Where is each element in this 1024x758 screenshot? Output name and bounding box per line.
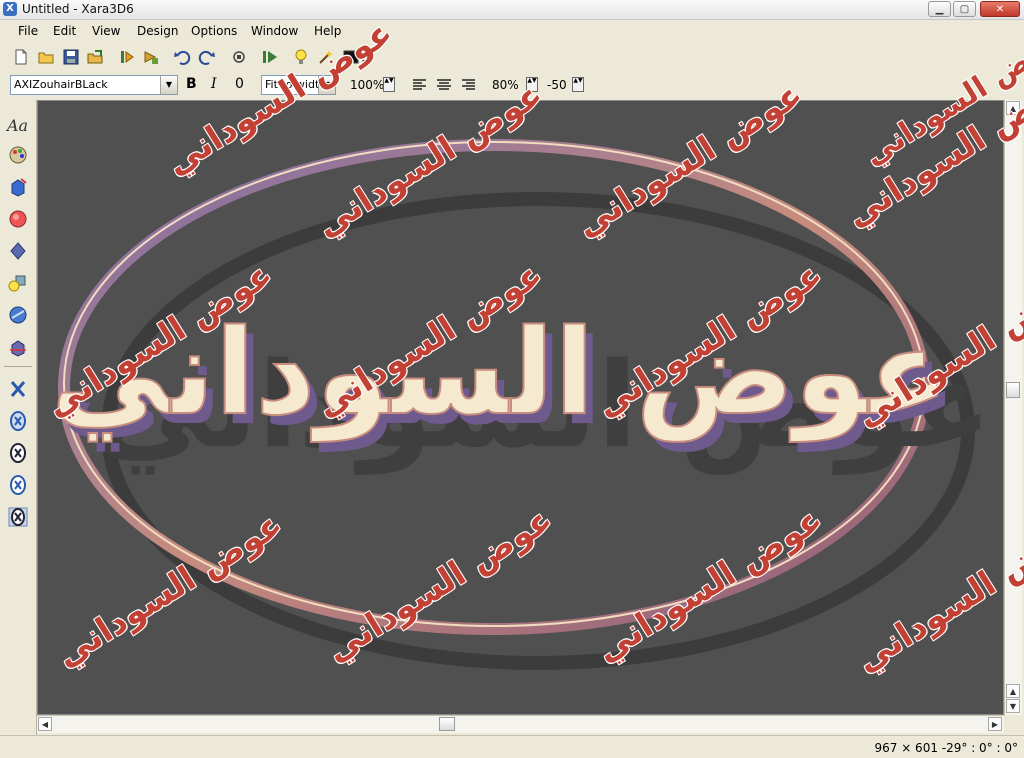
undo-icon[interactable] bbox=[173, 48, 191, 66]
maximize-button[interactable]: ▢ bbox=[953, 1, 976, 17]
title-bar: X Untitled - Xara3D6 ▁ ▢ ✕ bbox=[0, 0, 1024, 20]
xara-app-icon[interactable]: X bbox=[3, 2, 17, 16]
font-select[interactable]: AXIZouhairBLack ▼ bbox=[10, 75, 178, 95]
minimize-icon: ▁ bbox=[935, 4, 944, 15]
fit-mode-select[interactable]: Fit to width ▼ bbox=[261, 75, 336, 95]
play-animation-icon[interactable] bbox=[261, 48, 279, 66]
scroll-down-button[interactable]: ▼ bbox=[1006, 699, 1020, 713]
main-toolbar bbox=[0, 44, 1024, 72]
x-style-2-icon[interactable] bbox=[7, 410, 29, 432]
new-file-icon[interactable] bbox=[12, 48, 30, 66]
align-center-icon[interactable] bbox=[436, 78, 452, 92]
bevel-icon[interactable] bbox=[7, 208, 29, 230]
scroll-right-button[interactable]: ▶ bbox=[988, 717, 1002, 731]
animation-icon[interactable] bbox=[7, 336, 29, 358]
status-bar: 967 × 601 -29° : 0° : 0° bbox=[0, 735, 1024, 758]
menu-view[interactable]: View bbox=[92, 24, 120, 38]
x-style-4-icon[interactable] bbox=[7, 474, 29, 496]
rotate-view-icon[interactable] bbox=[230, 48, 248, 66]
align-right-icon[interactable] bbox=[460, 78, 476, 92]
extrude-icon[interactable] bbox=[7, 176, 29, 198]
vertical-scrollbar[interactable]: ▲ ▲ ▼ bbox=[1004, 100, 1022, 715]
line-spacing-spinner[interactable]: ▲▼ bbox=[526, 77, 538, 92]
outline-button[interactable]: 0 bbox=[235, 76, 244, 92]
lightbulb-icon[interactable] bbox=[292, 48, 310, 66]
status-text: 967 × 601 -29° : 0° : 0° bbox=[874, 741, 1018, 755]
window-title: Untitled - Xara3D6 bbox=[22, 2, 134, 16]
toolbar-divider bbox=[4, 366, 32, 367]
maximize-icon: ▢ bbox=[959, 4, 970, 15]
chevron-down-icon[interactable]: ▼ bbox=[318, 76, 335, 94]
scroll-up-button[interactable]: ▲ bbox=[1006, 101, 1020, 115]
vertical-scroll-thumb[interactable] bbox=[1006, 382, 1020, 398]
color-palette-icon[interactable] bbox=[7, 144, 29, 166]
menu-window[interactable]: Window bbox=[251, 24, 298, 38]
bold-button[interactable]: B bbox=[186, 76, 197, 92]
close-button[interactable]: ✕ bbox=[980, 1, 1020, 17]
export-icon[interactable] bbox=[86, 48, 104, 66]
texture-icon[interactable] bbox=[7, 304, 29, 326]
export-animation-icon[interactable] bbox=[142, 48, 160, 66]
minimize-button[interactable]: ▁ bbox=[928, 1, 951, 17]
line-spacing-value: 80% bbox=[492, 78, 519, 92]
shadow-icon[interactable] bbox=[7, 272, 29, 294]
horizontal-scroll-thumb[interactable] bbox=[439, 717, 455, 731]
chevron-down-icon[interactable]: ▼ bbox=[160, 76, 177, 94]
italic-button[interactable]: I bbox=[211, 76, 217, 92]
menu-help[interactable]: Help bbox=[314, 24, 341, 38]
menu-bar: File Edit View Design Options Window Hel… bbox=[0, 20, 1024, 42]
zoom-spinner[interactable]: ▲▼ bbox=[383, 77, 395, 92]
menu-design[interactable]: Design bbox=[137, 24, 178, 38]
left-toolbar: Aa bbox=[0, 100, 37, 740]
magic-wand-icon[interactable] bbox=[317, 48, 335, 66]
scroll-up-page-button[interactable]: ▲ bbox=[1006, 684, 1020, 698]
x-style-1-icon[interactable] bbox=[7, 378, 29, 400]
scroll-left-button[interactable]: ◀ bbox=[38, 717, 52, 731]
align-left-icon[interactable] bbox=[412, 78, 428, 92]
lighting-icon[interactable] bbox=[7, 240, 29, 262]
redo-icon[interactable] bbox=[198, 48, 216, 66]
zoom-value: 100% bbox=[350, 78, 385, 92]
text-tool-icon[interactable]: Aa bbox=[7, 116, 28, 135]
menu-edit[interactable]: Edit bbox=[53, 24, 76, 38]
design-canvas[interactable]: عوض السوداني عوض السوداني عوض السوداني bbox=[37, 100, 1004, 715]
menu-options[interactable]: Options bbox=[191, 24, 237, 38]
close-icon: ✕ bbox=[995, 4, 1005, 15]
chevron-down-icon[interactable] bbox=[360, 48, 370, 66]
font-select-value: AXIZouhairBLack bbox=[14, 78, 108, 91]
canvas-art: عوض السوداني عوض السوداني عوض السوداني bbox=[50, 139, 992, 670]
main-text: عوض السوداني bbox=[51, 303, 949, 442]
x-style-3-icon[interactable] bbox=[7, 442, 29, 464]
horizontal-scrollbar[interactable]: ◀ ▶ bbox=[37, 715, 1004, 733]
open-folder-icon[interactable] bbox=[37, 48, 55, 66]
x-style-5-icon[interactable] bbox=[7, 506, 29, 528]
char-spacing-spinner[interactable]: ▲▼ bbox=[572, 77, 584, 92]
char-spacing-value: -50 bbox=[547, 78, 567, 92]
animation-settings-icon[interactable] bbox=[118, 48, 136, 66]
background-color-icon[interactable] bbox=[342, 48, 360, 66]
text-toolbar: AXIZouhairBLack ▼ B I 0 Fit to width ▼ 1… bbox=[0, 72, 1024, 98]
save-icon[interactable] bbox=[62, 48, 80, 66]
menu-file[interactable]: File bbox=[18, 24, 38, 38]
